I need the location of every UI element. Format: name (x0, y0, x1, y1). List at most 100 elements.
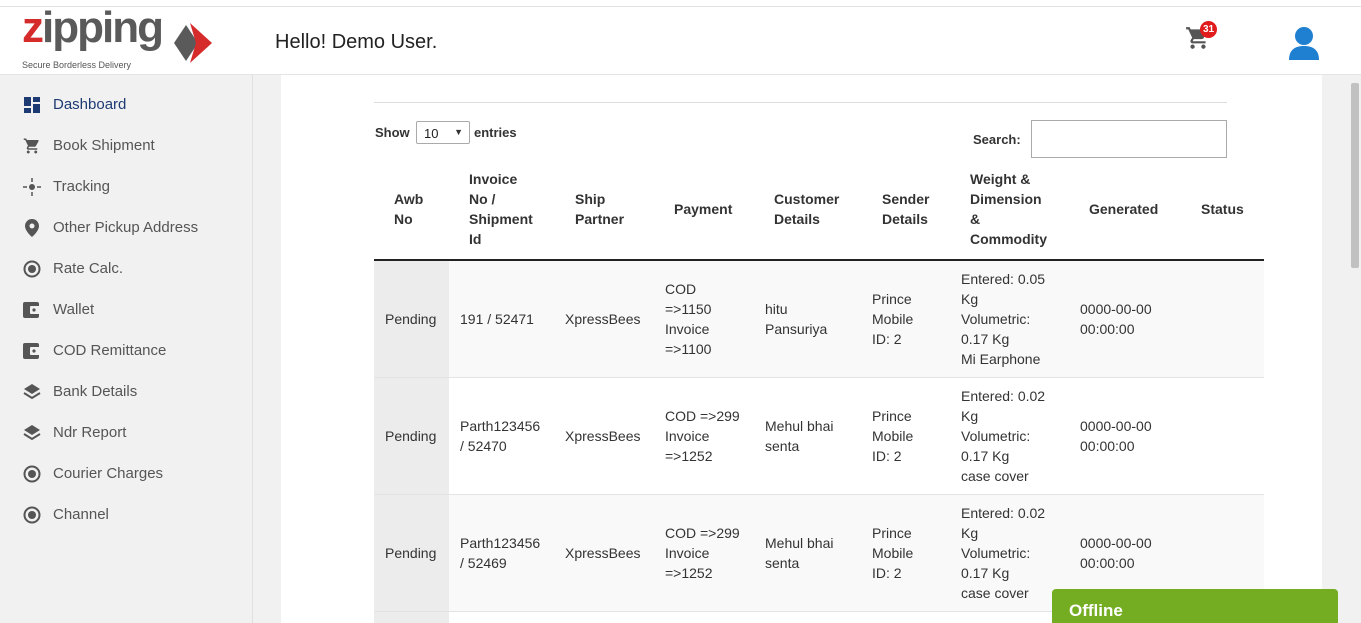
payment-cell: COD =>299 Invoice =>1252 (665, 523, 740, 583)
header-line: Commodity (970, 231, 1047, 247)
sidebar: Dashboard Book Shipment Tracking Other P… (0, 75, 253, 623)
scrollbar-thumb[interactable] (1351, 83, 1359, 268)
cell-line: 00:00:00 (1080, 321, 1135, 337)
sidebar-item-dashboard[interactable]: Dashboard (0, 84, 253, 125)
ship-partner-cell: XpressBees (565, 543, 640, 563)
weight-cell: Entered: 0.02 Kg Volumetric: 0.17 Kg cas… (961, 503, 1045, 603)
show-label: Show (375, 125, 410, 140)
awb-cell: Pending (385, 543, 436, 563)
cell-line: Parth123456 (460, 535, 541, 551)
cell-line: Volumetric: (961, 545, 1031, 561)
cell-line: Prince (872, 408, 912, 424)
wallet-icon (23, 301, 41, 319)
logo[interactable]: zipping Secure Borderless Delivery (22, 3, 217, 73)
sidebar-item-ndr-report[interactable]: Ndr Report (0, 412, 253, 453)
cell-line: Invoice (665, 321, 710, 337)
logo-tagline: Secure Borderless Delivery (22, 60, 132, 70)
cell-line: senta (765, 555, 800, 571)
table-row[interactable]: Pending Parth123456 / 52470 XpressBees C… (374, 378, 1264, 495)
ship-partner-cell: XpressBees (565, 426, 640, 446)
sidebar-item-cod-remittance[interactable]: COD Remittance (0, 330, 253, 371)
payment-cell: COD =>1150 Invoice =>1100 (665, 279, 711, 359)
search-input[interactable] (1031, 120, 1227, 158)
cell-line: 00:00:00 (1080, 555, 1135, 571)
cell-line: Kg (961, 408, 979, 424)
weight-cell: Entered: 0.05 Kg Volumetric: 0.17 Kg Mi … (961, 269, 1045, 369)
radio-dot-icon (23, 260, 41, 278)
cell-line: Prince (872, 525, 912, 541)
user-avatar-icon[interactable] (1288, 26, 1320, 60)
cell-line: Volumetric: (961, 311, 1031, 327)
invoice-cell: Parth123456 / 52469 (460, 533, 540, 573)
sidebar-item-rate-calc[interactable]: Rate Calc. (0, 248, 253, 289)
sidebar-item-courier-charges[interactable]: Courier Charges (0, 453, 253, 494)
header-line: Shipment (469, 211, 533, 227)
dropdown-arrow-icon: ▼ (454, 127, 463, 137)
cell-line: ID: 2 (872, 448, 902, 464)
sidebar-item-bank-details[interactable]: Bank Details (0, 371, 253, 412)
generated-cell: 0000-00-00 00:00:00 (1080, 299, 1152, 339)
cell-line: 0.17 Kg (961, 565, 1010, 581)
header-line: Customer (774, 191, 840, 207)
header-line: No (394, 211, 413, 227)
cell-line: case cover (961, 468, 1029, 484)
chat-offline-button[interactable]: Offline (1052, 589, 1338, 623)
cart-count-badge: 31 (1200, 21, 1217, 38)
ship-partner-cell: XpressBees (565, 309, 640, 329)
cell-line: Pending (385, 545, 437, 561)
customer-cell: hitu Pansuriya (765, 299, 827, 339)
entries-select[interactable]: 10 ▼ (416, 121, 470, 144)
header: zipping Secure Borderless Delivery Hello… (0, 3, 1361, 75)
header-line: Details (882, 211, 928, 227)
sidebar-item-other-pickup-address[interactable]: Other Pickup Address (0, 207, 253, 248)
cell-line: Pending (385, 311, 437, 327)
header-line: Weight & (970, 171, 1031, 187)
column-header-weight[interactable]: Weight & Dimension & Commodity (970, 169, 1047, 249)
header-line: Generated (1089, 201, 1159, 217)
column-header-awb[interactable]: Awb No (394, 189, 423, 229)
cell-line: Invoice (665, 428, 710, 444)
cell-line: Kg (961, 525, 979, 541)
radio-dot-icon (23, 465, 41, 483)
cell-line: COD =>299 (665, 525, 740, 541)
wallet-icon (23, 342, 41, 360)
header-line: Awb (394, 191, 424, 207)
cell-line: COD (665, 281, 697, 297)
column-header-status[interactable]: Status (1201, 199, 1244, 219)
column-header-payment[interactable]: Payment (674, 199, 732, 219)
cell-line: COD =>299 (665, 408, 740, 424)
sidebar-item-label: Rate Calc. (53, 260, 124, 277)
cell-line: Prince (872, 291, 912, 307)
search-label: Search: (973, 132, 1021, 147)
sidebar-item-label: COD Remittance (53, 342, 167, 359)
cell-line: 191 / 52471 (460, 311, 534, 327)
sidebar-item-channel[interactable]: Channel (0, 494, 253, 535)
cell-line: case cover (961, 585, 1029, 601)
cart-icon (23, 137, 41, 155)
top-edge (0, 0, 1361, 7)
awb-cell: Pending (385, 309, 436, 329)
sidebar-item-tracking[interactable]: Tracking (0, 166, 253, 207)
cell-line: Pansuriya (765, 321, 828, 337)
sidebar-item-book-shipment[interactable]: Book Shipment (0, 125, 253, 166)
header-line: Id (469, 231, 482, 247)
cell-line: hitu (765, 301, 788, 317)
column-header-customer[interactable]: Customer Details (774, 189, 839, 229)
cell-line: Entered: 0.02 (961, 505, 1046, 521)
dashboard-icon (23, 96, 41, 114)
awb-cell: Pending (385, 426, 436, 446)
logo-letters: ipping (42, 3, 164, 52)
table-row[interactable]: Pending 191 / 52471 XpressBees COD =>115… (374, 261, 1264, 378)
header-line: Dimension (970, 191, 1042, 207)
sidebar-item-wallet[interactable]: Wallet (0, 289, 253, 330)
column-header-ship-partner[interactable]: Ship Partner (575, 189, 624, 229)
cell-line: ID: 2 (872, 565, 902, 581)
entries-label: entries (474, 125, 517, 140)
column-header-generated[interactable]: Generated (1089, 199, 1158, 219)
cell-line: XpressBees (565, 311, 641, 327)
sidebar-item-label: Book Shipment (53, 137, 155, 154)
tracking-icon (23, 177, 41, 196)
sidebar-item-label: Dashboard (53, 96, 127, 113)
column-header-invoice[interactable]: Invoice No / Shipment Id (469, 169, 533, 249)
column-header-sender[interactable]: Sender Details (882, 189, 929, 229)
